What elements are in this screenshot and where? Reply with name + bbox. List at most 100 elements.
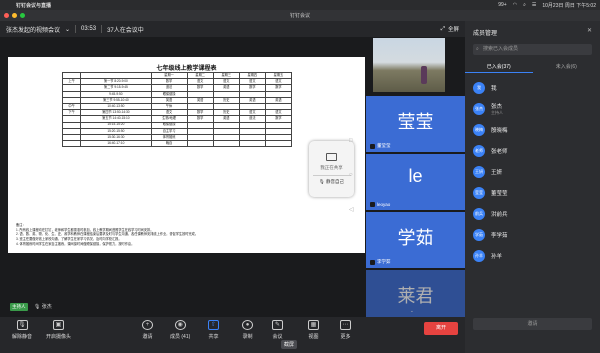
mute-self-label: 静音自己 bbox=[325, 179, 344, 185]
member-text: 董莹莹 bbox=[491, 189, 508, 197]
camera-button[interactable]: ▣ 开启摄像头 bbox=[46, 320, 71, 340]
host-name: 🎙 张杰 bbox=[34, 303, 52, 311]
tile-display-name: 学茹 bbox=[397, 228, 434, 248]
participant-tile[interactable]: 莱君 ⌄ bbox=[366, 270, 465, 317]
schedule-row: 16:40-17:10 晚自 bbox=[61, 140, 293, 148]
grid-icon: ▦ bbox=[308, 320, 319, 330]
sharing-status[interactable]: 我正在共享 bbox=[320, 165, 343, 171]
member-row[interactable]: 孙羊 孙羊 bbox=[465, 245, 600, 266]
avatar: 张杰 bbox=[473, 102, 485, 115]
schedule-title: 七年级线上教学课程表 bbox=[156, 66, 217, 72]
members-label: 成员 (41) bbox=[170, 334, 191, 340]
control-center-icon[interactable]: ☰ bbox=[532, 2, 536, 8]
minutes-button[interactable]: ✎ 会议 bbox=[272, 320, 283, 340]
close-icon[interactable]: ✕ bbox=[587, 27, 592, 34]
minutes-label: 会议 bbox=[272, 334, 283, 340]
mac-menu-bar: 钉钉会议与直播 99+ ◠ ⌕ ☰ 10月23日 周日 下午5:02 bbox=[0, 0, 600, 10]
record-icon: ● bbox=[242, 320, 253, 330]
divider bbox=[101, 25, 103, 33]
leave-button[interactable]: 离开 bbox=[424, 322, 458, 335]
minimize-window-button[interactable] bbox=[12, 13, 17, 18]
member-text: 王妍 bbox=[491, 168, 502, 176]
tab-not-joined[interactable]: 未入会(6) bbox=[533, 61, 600, 73]
member-row[interactable]: 莹莹 董莹莹 bbox=[465, 182, 600, 203]
participant-tile[interactable]: le leoyao bbox=[366, 154, 465, 210]
member-row[interactable]: 前兵 洪前兵 bbox=[465, 203, 600, 224]
back-triangle-icon[interactable]: ◁ bbox=[349, 206, 354, 213]
member-text: 孙羊 bbox=[491, 252, 502, 260]
member-text: 李学茹 bbox=[491, 231, 508, 239]
member-row[interactable]: 老师 张老师 bbox=[465, 140, 600, 161]
search-icon[interactable]: ⌕ bbox=[523, 2, 526, 8]
meeting-name[interactable]: 张杰发起的视频会议 bbox=[6, 25, 60, 34]
panel-title: 成员管理 bbox=[473, 31, 498, 37]
invite-toolbar-button[interactable]: + 邀请 bbox=[142, 320, 153, 340]
member-name: 张老师 bbox=[491, 148, 508, 155]
member-search-input[interactable]: ⌕ 搜索已入会成员 bbox=[473, 44, 592, 55]
member-name: 洪前兵 bbox=[491, 211, 508, 218]
share-button[interactable]: ⇧ 共享 bbox=[208, 320, 219, 340]
divider bbox=[75, 25, 77, 33]
schedule-cell bbox=[61, 140, 82, 148]
member-list: 我我张杰 张杰 主持人 晓梅 殷晓梅 老师 张老师 王妍 王妍 莹莹 董莹莹 前兵 洪前兵 学茹 李学茹 孙羊… bbox=[465, 77, 600, 266]
zoom-window-button[interactable] bbox=[20, 13, 25, 18]
avatar: 学茹 bbox=[473, 228, 485, 241]
invite-button[interactable]: 邀请 bbox=[473, 318, 592, 330]
member-row[interactable]: 张杰 张杰 主持人 bbox=[465, 98, 600, 119]
member-name: 王妍 bbox=[491, 169, 503, 176]
record-button[interactable]: ● 录制 bbox=[242, 320, 253, 340]
schedule-cell bbox=[186, 140, 214, 148]
host-name-label: 张杰 bbox=[41, 304, 52, 310]
more-icon: ⋯ bbox=[340, 320, 351, 330]
note-line: 4. 体育锻炼时间学生在家自主锻炼，课间操时间做眼保健操，保护视力，按时作息。 bbox=[16, 241, 135, 246]
search-icon: ⌕ bbox=[476, 46, 479, 52]
participant-tile[interactable]: 学茹 李学茹 bbox=[366, 212, 465, 268]
sharing-control-popup: 我正在共享 🎙 静音自己 bbox=[309, 141, 354, 197]
member-role: 主持人 bbox=[491, 109, 503, 115]
member-text: 洪前兵 bbox=[491, 210, 508, 218]
camera-off-icon: ▣ bbox=[53, 320, 64, 330]
circle-icon[interactable]: ○ bbox=[349, 172, 354, 178]
wifi-icon[interactable]: ◠ bbox=[513, 2, 517, 8]
scroll-down-arrow[interactable]: ⌄ bbox=[410, 308, 414, 314]
window-titlebar: 钉钉会议 bbox=[0, 10, 600, 21]
members-icon: ◉ bbox=[174, 320, 186, 330]
member-row[interactable]: 学茹 李学茹 bbox=[465, 224, 600, 245]
member-text: 张杰 主持人 bbox=[491, 102, 503, 116]
member-name: 殷晓梅 bbox=[491, 127, 508, 134]
member-row[interactable]: 王妍 王妍 bbox=[465, 161, 600, 182]
share-label: 共享 bbox=[208, 334, 219, 340]
member-text: 我 bbox=[491, 84, 497, 92]
mute-self-button[interactable]: 🎙 静音自己 bbox=[319, 179, 344, 185]
tile-label: 李学茹 bbox=[370, 259, 391, 265]
more-label: 更多 bbox=[340, 334, 351, 340]
side-controls: □ ○ ◁ bbox=[349, 138, 354, 213]
square-icon[interactable]: □ bbox=[349, 138, 354, 144]
tab-joined[interactable]: 已入会(37) bbox=[465, 61, 533, 73]
avatar: 前兵 bbox=[473, 207, 485, 220]
fullscreen-icon: ⤢ bbox=[440, 25, 445, 32]
muted-mic-icon: 🎙 bbox=[16, 320, 28, 330]
view-button[interactable]: ▦ 视图 bbox=[308, 320, 319, 340]
fullscreen-button[interactable]: ⤢ 全屏 bbox=[440, 25, 459, 34]
member-row[interactable]: 我我 bbox=[465, 77, 600, 98]
member-name: 我 bbox=[491, 85, 497, 92]
member-name: 董莹莹 bbox=[491, 190, 508, 197]
self-video-preview[interactable] bbox=[373, 38, 445, 92]
close-window-button[interactable] bbox=[4, 13, 9, 18]
participant-tile[interactable]: 莹莹 董莹莹 bbox=[366, 96, 465, 152]
unmute-button[interactable]: 🎙 解除静音 bbox=[12, 320, 32, 340]
window-controls bbox=[4, 13, 25, 18]
share-screen-icon: ⇧ bbox=[208, 320, 219, 330]
member-row[interactable]: 晓梅 殷晓梅 bbox=[465, 119, 600, 140]
members-button[interactable]: ◉ 成员 (41) bbox=[170, 320, 190, 340]
tile-label: leoyao bbox=[370, 202, 390, 207]
more-button[interactable]: ⋯ 更多 bbox=[340, 320, 351, 340]
avatar: 孙羊 bbox=[473, 249, 485, 262]
clock[interactable]: 10月23日 周日 下午5:02 bbox=[542, 2, 596, 9]
mac-app-name[interactable]: 钉钉会议与直播 bbox=[16, 2, 51, 9]
battery-indicator[interactable]: 99+ bbox=[498, 2, 506, 8]
chevron-down-icon[interactable]: ⌄ bbox=[65, 26, 70, 33]
avatar: 我 bbox=[473, 81, 485, 94]
search-placeholder: 搜索已入会成员 bbox=[483, 46, 519, 52]
